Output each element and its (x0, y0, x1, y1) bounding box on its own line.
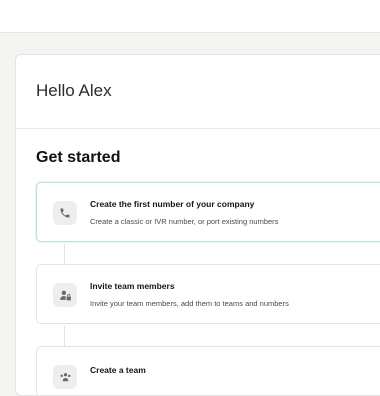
step-title: Invite team members (90, 281, 175, 291)
step-create-number[interactable]: Create the first number of your company … (36, 182, 380, 242)
team-icon (53, 365, 77, 389)
step-connector (64, 244, 65, 264)
section-title: Get started (36, 149, 121, 166)
step-invite-team-members[interactable]: Invite team members Invite your team mem… (36, 264, 380, 324)
header-divider (16, 128, 380, 129)
phone-icon (53, 201, 77, 225)
onboarding-card: Hello Alex Get started Create the first … (15, 54, 380, 396)
greeting-heading: Hello Alex (36, 81, 112, 100)
step-create-team[interactable]: Create a team (36, 346, 380, 395)
step-description: Create a classic or IVR number, or port … (90, 217, 279, 226)
step-connector (64, 326, 65, 346)
step-title: Create a team (90, 365, 146, 375)
user-lock-icon (53, 283, 77, 307)
top-bar (0, 0, 380, 33)
step-description: Invite your team members, add them to te… (90, 299, 289, 308)
step-title: Create the first number of your company (90, 199, 255, 209)
